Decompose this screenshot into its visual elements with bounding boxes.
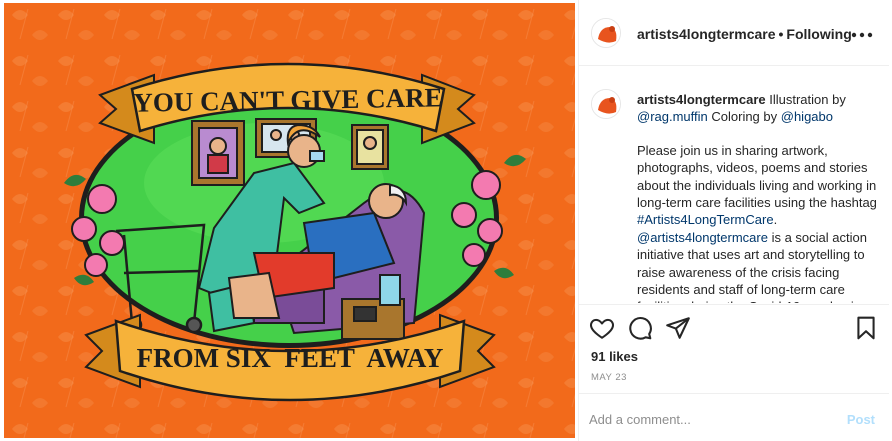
- mention-rag-muffin[interactable]: @rag.muffin: [637, 109, 708, 124]
- save-bookmark-icon[interactable]: [853, 315, 879, 341]
- action-icons-row: [589, 315, 879, 343]
- comment-bubble-icon[interactable]: [627, 315, 653, 341]
- header-user-line: artists4longtermcare • Following: [637, 26, 852, 42]
- caption-paragraph: Please join us in sharing artwork, photo…: [637, 142, 883, 303]
- avatar-art-icon: [592, 90, 620, 118]
- caption-username[interactable]: artists4longtermcare: [637, 92, 766, 107]
- caption-intro-text-1: Illustration by: [765, 92, 846, 107]
- caption-avatar[interactable]: [591, 89, 621, 119]
- caption-intro: artists4longtermcare Illustration by @ra…: [637, 91, 883, 126]
- hashtag-link[interactable]: #Artists4LongTermCare: [637, 212, 774, 227]
- banner-bottom-text: FROM SIX FEET AWAY: [137, 343, 444, 373]
- like-heart-icon[interactable]: [589, 315, 615, 341]
- header-separator: •: [778, 26, 784, 42]
- more-options-icon[interactable]: [851, 22, 873, 43]
- post-image[interactable]: YOU CAN'T GIVE CARE FROM SIX FEET AWAY: [4, 3, 575, 438]
- post-sidebar: artists4longtermcare • Following artists4l…: [578, 0, 889, 441]
- mention-higabo[interactable]: @higabo: [781, 109, 833, 124]
- post-caption: artists4longtermcare Illustration by @ra…: [579, 67, 889, 303]
- profile-avatar[interactable]: [591, 18, 621, 48]
- post-actions: 91 likes MAY 23 Post: [579, 304, 889, 440]
- banner-top-text: YOU CAN'T GIVE CARE: [133, 82, 443, 117]
- illustration-artwork: YOU CAN'T GIVE CARE FROM SIX FEET AWAY: [4, 3, 575, 438]
- caption-intro-text-2: Coloring by: [707, 109, 781, 125]
- comment-input[interactable]: [589, 406, 819, 432]
- frame-right: [351, 124, 389, 170]
- caption-para-text-2: .: [773, 212, 778, 228]
- comment-bar: Post: [579, 393, 889, 441]
- share-paper-plane-icon[interactable]: [665, 315, 691, 341]
- frame-left: [191, 120, 245, 186]
- header-username[interactable]: artists4longtermcare: [637, 26, 776, 42]
- post-date[interactable]: MAY 23: [591, 372, 627, 383]
- post-header: artists4longtermcare • Following: [579, 0, 889, 66]
- post-comment-button[interactable]: Post: [847, 412, 875, 427]
- mention-artists4longtermcare[interactable]: @artists4longtermcare: [637, 230, 768, 245]
- following-button[interactable]: Following: [786, 26, 851, 42]
- caption-para-text-1: Please join us in sharing artwork, photo…: [637, 142, 877, 211]
- likes-count[interactable]: 91 likes: [591, 349, 638, 364]
- avatar-art-icon: [592, 19, 620, 47]
- caption-text: artists4longtermcare Illustration by @ra…: [637, 91, 883, 303]
